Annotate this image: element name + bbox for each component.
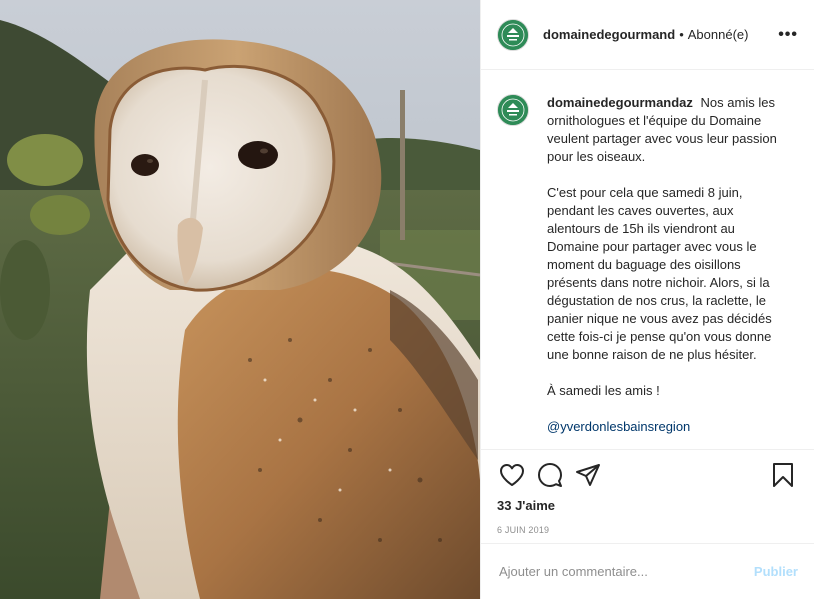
- post-photo[interactable]: [0, 0, 480, 599]
- add-comment-bar: Publier: [481, 543, 814, 599]
- caption-row: domainedegourmandaz Nos amis les ornitho…: [497, 94, 798, 436]
- share-button[interactable]: [573, 460, 603, 490]
- likes-count[interactable]: 33 J'aime: [497, 498, 798, 513]
- publish-button[interactable]: Publier: [754, 564, 798, 579]
- more-options-icon[interactable]: •••: [778, 26, 798, 43]
- caption-avatar[interactable]: [497, 94, 529, 126]
- caption-body: C'est pour cela que samedi 8 juin, penda…: [547, 185, 772, 362]
- comment-icon: [538, 463, 562, 487]
- comment-button[interactable]: [535, 460, 565, 490]
- send-icon: [576, 464, 600, 486]
- domaine-logo-icon: [498, 95, 528, 125]
- post-date: 6 JUIN 2019: [497, 525, 550, 535]
- post-header: domainedegourmand • Abonné(e) •••: [481, 0, 814, 70]
- bookmark-icon: [773, 463, 793, 487]
- like-button[interactable]: [497, 460, 527, 490]
- header-text: domainedegourmand • Abonné(e): [543, 27, 748, 42]
- instagram-post: domainedegourmand • Abonné(e) ••• domain…: [0, 0, 814, 599]
- post-actions: 33 J'aime 6 JUIN 2019: [481, 449, 814, 543]
- avatar[interactable]: [497, 18, 529, 51]
- caption-username[interactable]: domainedegourmandaz: [547, 95, 693, 110]
- caption-closing: À samedi les amis !: [547, 383, 660, 398]
- caption-text: domainedegourmandaz Nos amis les ornitho…: [547, 94, 787, 436]
- header-separator: •: [679, 27, 684, 42]
- domaine-logo-icon: [498, 19, 528, 50]
- comments-section: domainedegourmandaz Nos amis les ornitho…: [481, 70, 814, 449]
- post-details-panel: domainedegourmand • Abonné(e) ••• domain…: [480, 0, 814, 599]
- heart-icon: [500, 464, 524, 486]
- save-button[interactable]: [768, 460, 798, 490]
- barn-owl-image: [0, 0, 480, 599]
- caption-mention[interactable]: @yverdonlesbainsregion: [547, 419, 690, 434]
- action-icons: [497, 460, 798, 490]
- follow-status[interactable]: Abonné(e): [688, 27, 749, 42]
- header-username[interactable]: domainedegourmand: [543, 27, 675, 42]
- comment-input[interactable]: [497, 563, 754, 580]
